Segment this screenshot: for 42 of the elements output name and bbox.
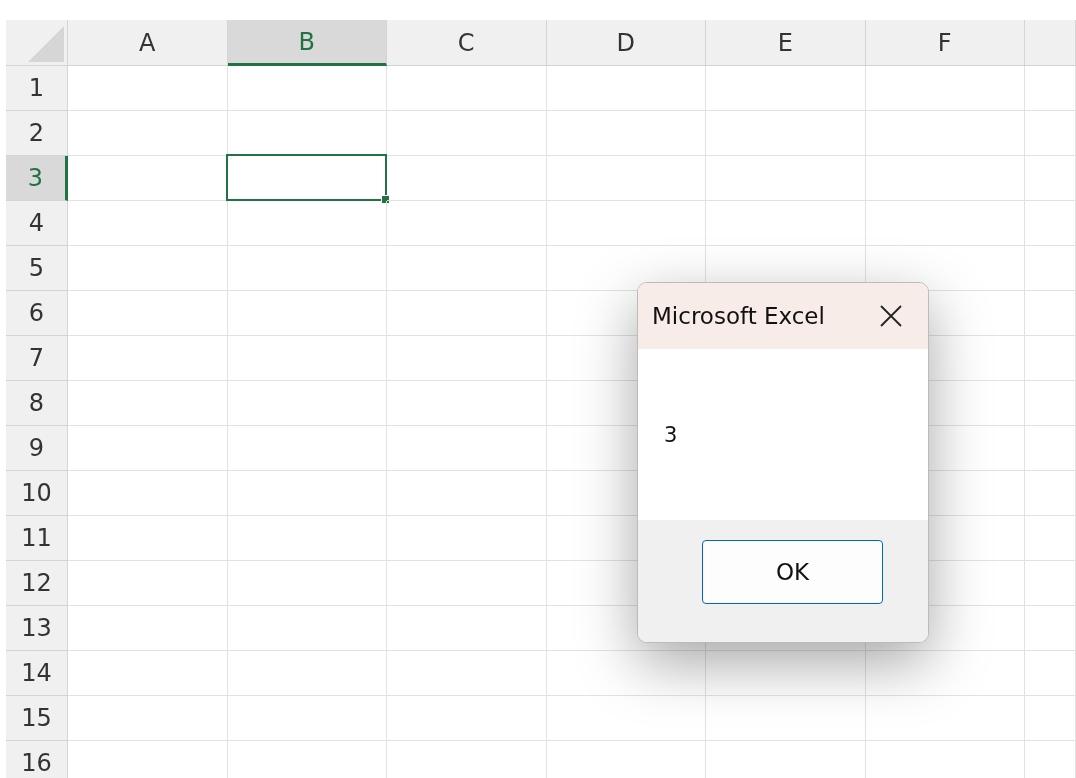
grid-cell (1025, 471, 1076, 516)
row-header[interactable]: 1 (6, 66, 68, 111)
row-header[interactable]: 8 (6, 381, 68, 426)
column-header[interactable]: B (227, 20, 387, 66)
column-header[interactable]: D (546, 20, 706, 66)
row-header[interactable]: 5 (6, 246, 68, 291)
row-header[interactable]: 15 (6, 696, 68, 741)
grid-cell (1025, 561, 1076, 606)
row-header[interactable]: 11 (6, 516, 68, 561)
row-header[interactable]: 16 (6, 741, 68, 778)
row-header[interactable]: 3 (6, 156, 68, 201)
dialog-title: Microsoft Excel (652, 303, 825, 329)
row-header[interactable]: 7 (6, 336, 68, 381)
grid-cell (1025, 156, 1076, 201)
grid-cell (1025, 651, 1076, 696)
row-header[interactable]: 9 (6, 426, 68, 471)
row-header[interactable]: 10 (6, 471, 68, 516)
selected-cell[interactable] (225, 154, 387, 201)
row-header[interactable]: 4 (6, 201, 68, 246)
row-header[interactable]: 2 (6, 111, 68, 156)
grid-cell (1025, 66, 1076, 111)
grid-cell (1025, 426, 1076, 471)
column-header[interactable]: A (68, 20, 228, 66)
ok-button[interactable]: OK (702, 540, 883, 604)
row-header[interactable]: 14 (6, 651, 68, 696)
row-header[interactable]: 13 (6, 606, 68, 651)
column-header[interactable]: E (706, 20, 866, 66)
close-icon[interactable] (880, 305, 902, 327)
grid-cell (1025, 291, 1076, 336)
column-header[interactable]: C (387, 20, 547, 66)
grid-cell (1025, 111, 1076, 156)
column-header[interactable]: F (865, 20, 1025, 66)
row-header[interactable]: 12 (6, 561, 68, 606)
grid-cell (1025, 516, 1076, 561)
grid-cell (1025, 381, 1076, 426)
grid-cell (1025, 201, 1076, 246)
grid-cell (1025, 696, 1076, 741)
grid-cell (1025, 606, 1076, 651)
dialog-message: 3 (664, 422, 678, 447)
grid-cell (1025, 336, 1076, 381)
grid-cell (1025, 246, 1076, 291)
row-header[interactable]: 6 (6, 291, 68, 336)
